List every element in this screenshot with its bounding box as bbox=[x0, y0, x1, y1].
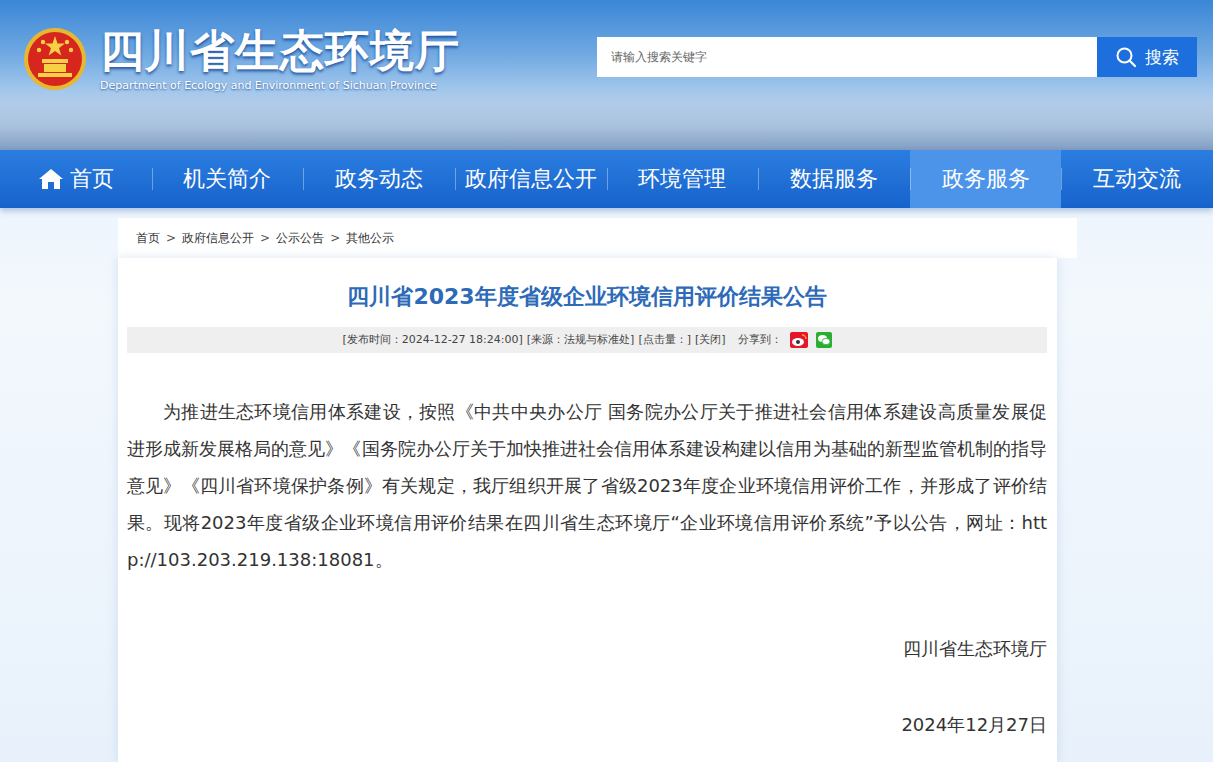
breadcrumb-item[interactable]: 公示公告 bbox=[276, 230, 324, 247]
article-meta: [发布时间：2024-12-27 18:24:00] [来源：法规与标准处][点击… bbox=[127, 327, 1047, 353]
breadcrumb-separator: > bbox=[330, 231, 340, 245]
share-label: 分享到： bbox=[738, 332, 782, 347]
breadcrumb-item[interactable]: 首页 bbox=[136, 230, 160, 247]
publish-date: 2024年12月27日 bbox=[127, 706, 1047, 743]
article-card: 四川省2023年度省级企业环境信用评价结果公告 [发布时间：2024-12-27 … bbox=[118, 258, 1057, 762]
nav-item[interactable]: 环境管理 bbox=[607, 150, 759, 208]
meta-item: [发布时间：2024-12-27 18:24:00] bbox=[342, 332, 522, 347]
article-title: 四川省2023年度省级企业环境信用评价结果公告 bbox=[127, 282, 1047, 313]
meta-item: [来源：法规与标准处] bbox=[527, 332, 635, 347]
breadcrumb-separator: > bbox=[166, 231, 176, 245]
site-subtitle: Department of Ecology and Environment of… bbox=[100, 79, 460, 92]
signature: 四川省生态环境厅 bbox=[127, 630, 1047, 667]
nav-item[interactable]: 数据服务 bbox=[758, 150, 910, 208]
meta-item: [关闭] bbox=[695, 332, 726, 347]
breadcrumb-item[interactable]: 其他公示 bbox=[346, 230, 394, 247]
search-bar: 搜索 bbox=[597, 37, 1197, 77]
national-emblem-icon bbox=[22, 26, 88, 92]
site-title: 四川省生态环境厅 bbox=[100, 26, 460, 77]
nav-item[interactable]: 互动交流 bbox=[1061, 150, 1213, 208]
nav-item[interactable]: 政务服务 bbox=[910, 150, 1062, 208]
main-nav: 首页机关简介政务动态政府信息公开环境管理数据服务政务服务互动交流 bbox=[0, 150, 1213, 208]
page: 四川省生态环境厅 Department of Ecology and Enviro… bbox=[0, 0, 1213, 762]
search-button[interactable]: 搜索 bbox=[1097, 37, 1197, 77]
breadcrumb-separator: > bbox=[260, 231, 270, 245]
article-paragraph: 为推进生态环境信用体系建设，按照《中共中央办公厅 国务院办公厅关于推进社会信用体… bbox=[127, 393, 1047, 578]
main-area: 首页 > 政府信息公开 > 公示公告 > 其他公示四川省2023年度省级企业环境信用评价结果… bbox=[0, 208, 1213, 762]
nav-item[interactable]: 首页 bbox=[0, 150, 152, 208]
site-brand[interactable]: 四川省生态环境厅 Department of Ecology and Enviro… bbox=[22, 26, 460, 92]
header-banner: 四川省生态环境厅 Department of Ecology and Enviro… bbox=[0, 0, 1213, 150]
wechat-icon[interactable] bbox=[816, 332, 832, 348]
breadcrumb: 首页 > 政府信息公开 > 公示公告 > 其他公示 bbox=[118, 218, 1077, 258]
search-input[interactable] bbox=[597, 37, 1097, 77]
nav-item[interactable]: 政务动态 bbox=[303, 150, 455, 208]
nav-item[interactable]: 机关简介 bbox=[152, 150, 304, 208]
meta-item: [点击量：] bbox=[638, 332, 691, 347]
breadcrumb-item[interactable]: 政府信息公开 bbox=[182, 230, 254, 247]
nav-item[interactable]: 政府信息公开 bbox=[455, 150, 607, 208]
home-icon bbox=[38, 167, 64, 191]
weibo-icon[interactable] bbox=[790, 332, 808, 348]
magnifier-icon bbox=[1115, 46, 1137, 68]
